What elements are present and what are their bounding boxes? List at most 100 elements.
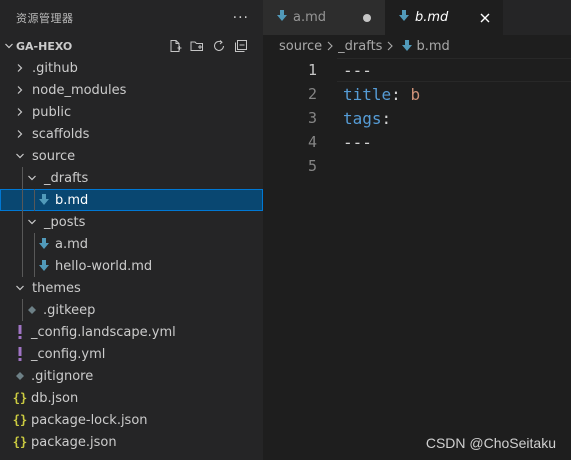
- more-actions-icon[interactable]: ···: [233, 10, 249, 26]
- code-text: tags:: [343, 109, 391, 128]
- chevron-down-icon: [24, 173, 40, 183]
- tree-item-label: package.json: [31, 434, 117, 450]
- file-tree: .github node_modulespublic scaffolds source…: [0, 57, 263, 453]
- markdown-icon: [399, 9, 409, 26]
- breadcrumb-drafts[interactable]: _drafts: [338, 39, 382, 54]
- tree-item-label: themes: [32, 280, 81, 296]
- json-icon: {}: [12, 413, 28, 427]
- breadcrumb: source _drafts b.md: [263, 35, 571, 57]
- new-folder-icon[interactable]: [189, 38, 205, 54]
- tree-folder-item[interactable]: _drafts: [0, 167, 263, 189]
- code-token: ---: [343, 132, 372, 152]
- breadcrumb-source[interactable]: source: [279, 39, 322, 54]
- tree-item-label: _drafts: [44, 170, 89, 186]
- tree-file-item[interactable]: .gitkeep: [0, 299, 263, 321]
- explorer-sidebar: 资源管理器 ··· GA-HEXO .github node_modulespub…: [0, 0, 263, 460]
- chevron-right-icon: [386, 41, 394, 51]
- code-line[interactable]: 5: [263, 154, 571, 178]
- tree-item-label: .gitignore: [31, 368, 94, 384]
- tree-item-label: public: [32, 104, 72, 120]
- tree-item-label: _config.yml: [31, 346, 106, 362]
- tree-file-item[interactable]: _config.landscape.yml: [0, 321, 263, 343]
- new-file-icon[interactable]: [167, 38, 183, 54]
- breadcrumb-file[interactable]: b.md: [416, 39, 449, 54]
- tree-folder-item[interactable]: public: [0, 101, 263, 123]
- tree-item-label: .gitkeep: [43, 302, 96, 318]
- chevron-down-icon: [2, 41, 16, 51]
- project-name: GA-HEXO: [16, 39, 73, 53]
- tree-item-label: node_modules: [32, 82, 127, 98]
- tab-a-md[interactable]: a.md: [263, 0, 385, 35]
- tree-file-item[interactable]: b.md: [0, 189, 263, 211]
- tree-folder-item[interactable]: node_modules: [0, 79, 263, 101]
- code-token: tags: [343, 108, 382, 128]
- code-line[interactable]: 2 title: b: [263, 82, 571, 106]
- editor-area: a.md b.md source _drafts b.md 1 --- 2 ti…: [263, 0, 571, 460]
- tab-b-md[interactable]: b.md: [385, 0, 503, 35]
- line-number: 4: [307, 133, 317, 151]
- tree-file-item[interactable]: .gitignore: [0, 365, 263, 387]
- code-token: :: [381, 108, 392, 128]
- code-token: ---: [343, 60, 372, 80]
- tree-file-item[interactable]: {} db.json: [0, 387, 263, 409]
- tab-bar: a.md b.md: [263, 0, 571, 35]
- tree-folder-item[interactable]: .github: [0, 57, 263, 79]
- code-line[interactable]: 3 tags:: [263, 106, 571, 130]
- tree-file-item[interactable]: _config.yml: [0, 343, 263, 365]
- diamond-icon: [12, 371, 28, 381]
- tree-item-label: a.md: [55, 236, 89, 252]
- markdown-icon: [36, 238, 52, 250]
- tree-folder-item[interactable]: themes: [0, 277, 263, 299]
- tree-folder-item[interactable]: _posts: [0, 211, 263, 233]
- refresh-icon[interactable]: [211, 38, 227, 54]
- tree-item-label: _posts: [44, 214, 86, 230]
- indent-guide: [22, 233, 23, 255]
- tree-file-item[interactable]: hello-world.md: [0, 255, 263, 277]
- tree-item-label: .github: [32, 60, 78, 76]
- collapse-all-icon[interactable]: [233, 38, 249, 54]
- tree-folder-item[interactable]: source: [0, 145, 263, 167]
- tree-item-label: b.md: [55, 192, 89, 208]
- tree-item-label: scaffolds: [32, 126, 90, 142]
- explorer-title: 资源管理器: [16, 11, 74, 25]
- tree-file-item[interactable]: {} package-lock.json: [0, 409, 263, 431]
- chevron-right-icon: [12, 107, 28, 117]
- chevron-right-icon: [12, 85, 28, 95]
- code-line[interactable]: 4 ---: [263, 130, 571, 154]
- watermark: CSDN @ChoSeitaku: [425, 435, 556, 451]
- tree-item-label: package-lock.json: [31, 412, 148, 428]
- indent-guide: [22, 299, 23, 321]
- unsaved-dot-icon[interactable]: [359, 10, 375, 26]
- line-number: 1: [307, 61, 317, 79]
- indent-guide: [22, 255, 23, 277]
- explorer-header: 资源管理器 ···: [0, 0, 263, 35]
- indent-guide: [22, 189, 23, 211]
- project-root[interactable]: GA-HEXO: [0, 35, 263, 57]
- code-editor[interactable]: 1 --- 2 title: b 3 tags: 4 --- 5: [263, 58, 571, 178]
- indent-guide: [22, 211, 23, 233]
- line-number: 5: [307, 157, 317, 175]
- tree-item-label: hello-world.md: [55, 258, 153, 274]
- tab-label: b.md: [415, 10, 449, 25]
- line-number: 3: [307, 109, 317, 127]
- line-number: 2: [307, 85, 317, 103]
- tab-label: a.md: [293, 10, 327, 25]
- tree-file-item[interactable]: a.md: [0, 233, 263, 255]
- code-token: :: [391, 84, 411, 104]
- indent-guide: [22, 167, 23, 189]
- tree-file-item[interactable]: {} package.json: [0, 431, 263, 453]
- json-icon: {}: [12, 391, 28, 405]
- indent-guide: [34, 255, 35, 277]
- indent-guide: [34, 189, 35, 211]
- chevron-down-icon: [12, 283, 28, 293]
- chevron-right-icon: [326, 41, 334, 51]
- markdown-icon: [36, 260, 52, 272]
- close-icon[interactable]: [477, 10, 493, 26]
- tree-folder-item[interactable]: scaffolds: [0, 123, 263, 145]
- yaml-icon: [12, 325, 28, 339]
- tree-item-label: _config.landscape.yml: [31, 324, 176, 340]
- yaml-icon: [12, 347, 28, 361]
- chevron-down-icon: [24, 217, 40, 227]
- project-actions: [167, 38, 263, 54]
- code-line[interactable]: 1 ---: [263, 58, 571, 82]
